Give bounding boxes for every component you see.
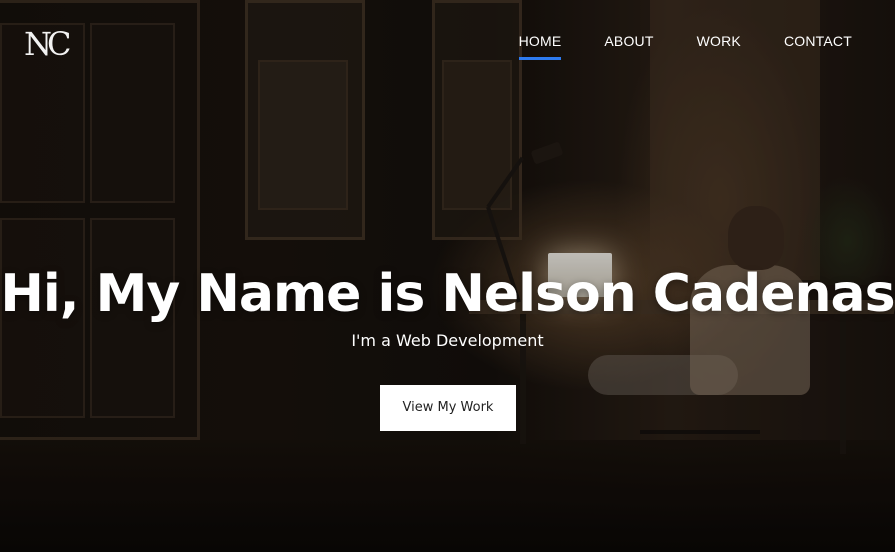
hero-section: NC HOME ABOUT WORK CONTACT Hi, My Name i… <box>0 0 895 552</box>
nav-item-home[interactable]: HOME <box>518 32 562 60</box>
nav-item-contact[interactable]: CONTACT <box>784 32 852 60</box>
nav-item-about[interactable]: ABOUT <box>604 32 653 60</box>
hero-headline: Hi, My Name is Nelson Cadenas <box>0 264 895 324</box>
hero-subheadline: I'm a Web Development <box>351 331 544 350</box>
view-my-work-button[interactable]: View My Work <box>380 385 516 431</box>
main-nav: HOME ABOUT WORK CONTACT <box>518 32 852 60</box>
nav-item-work[interactable]: WORK <box>697 32 741 60</box>
site-logo[interactable]: NC <box>24 24 72 64</box>
